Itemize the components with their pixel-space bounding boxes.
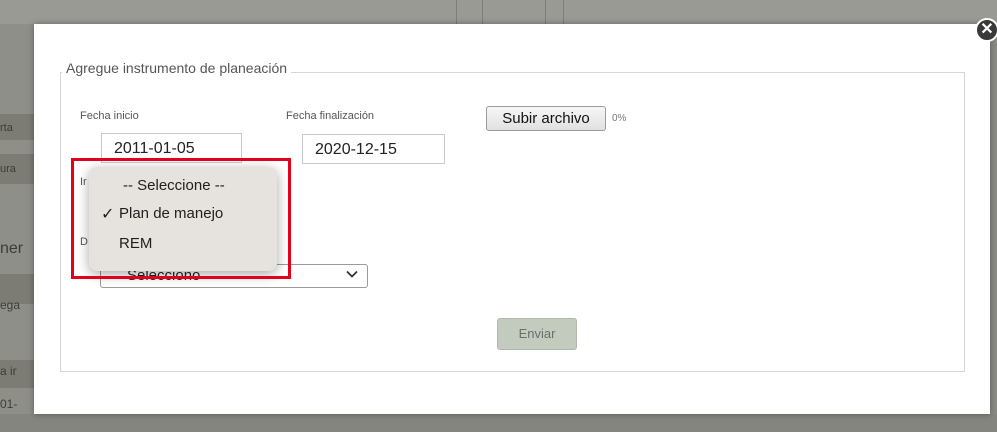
end-date-input[interactable]: 2020-12-15 [302, 134, 445, 164]
background-text: rta [0, 122, 13, 134]
upload-progress: 0% [612, 113, 627, 124]
upload-file-button[interactable]: Subir archivo [486, 106, 606, 131]
background-divider [482, 0, 483, 24]
close-icon[interactable]: ✕ [975, 18, 997, 42]
background-footer [0, 414, 997, 432]
background-divider [545, 0, 546, 24]
background-header [0, 0, 997, 24]
background-divider [563, 0, 564, 24]
end-date-label: Fecha finalización [286, 110, 375, 122]
highlight-box [71, 158, 291, 279]
background-right-strip [990, 24, 997, 414]
send-button[interactable]: Enviar [497, 318, 577, 350]
background-text: ega [0, 298, 21, 312]
form-legend: Agregue instrumento de planeación [62, 60, 292, 76]
background-text: ner [0, 240, 24, 257]
background-text: 01- [0, 397, 18, 411]
background-divider [456, 0, 457, 24]
background-text: a ir [0, 364, 17, 378]
chevron-down-icon [345, 267, 359, 284]
start-date-label: Fecha inicio [80, 110, 139, 122]
background-text: ura [0, 163, 16, 175]
